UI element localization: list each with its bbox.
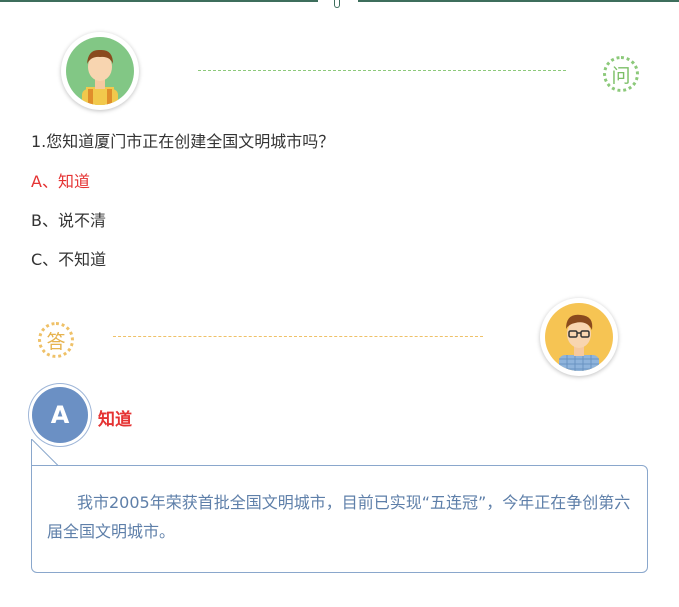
question-text: 1.您知道厦门市正在创建全国文明城市吗？: [31, 132, 335, 151]
answer-body: 我市2005年荣获首批全国文明城市，目前已实现“五连冠”，今年正在争创第六届全国…: [47, 493, 631, 541]
question-tag-label: 问: [611, 64, 631, 87]
question-divider: [198, 70, 566, 71]
option-a[interactable]: A、知道: [31, 168, 90, 192]
question-tag: 问: [603, 56, 639, 92]
answer-tag-label: 答: [46, 330, 66, 353]
top-divider-notch: [334, 0, 340, 8]
answer-title: 知道: [98, 410, 132, 430]
worker-avatar-icon: [66, 37, 134, 105]
top-divider-right: [358, 0, 679, 2]
top-divider-left: [0, 0, 318, 2]
answer-avatar: [540, 298, 618, 376]
answer-divider: [113, 336, 483, 337]
answer-tag: 答: [38, 322, 74, 358]
answer-box-pointer: [31, 439, 59, 466]
option-b[interactable]: B、说不清: [31, 207, 106, 231]
answer-badge: A: [32, 387, 88, 443]
glasses-man-avatar-icon: [545, 303, 613, 371]
option-c[interactable]: C、不知道: [31, 246, 106, 270]
question-avatar: [61, 32, 139, 110]
